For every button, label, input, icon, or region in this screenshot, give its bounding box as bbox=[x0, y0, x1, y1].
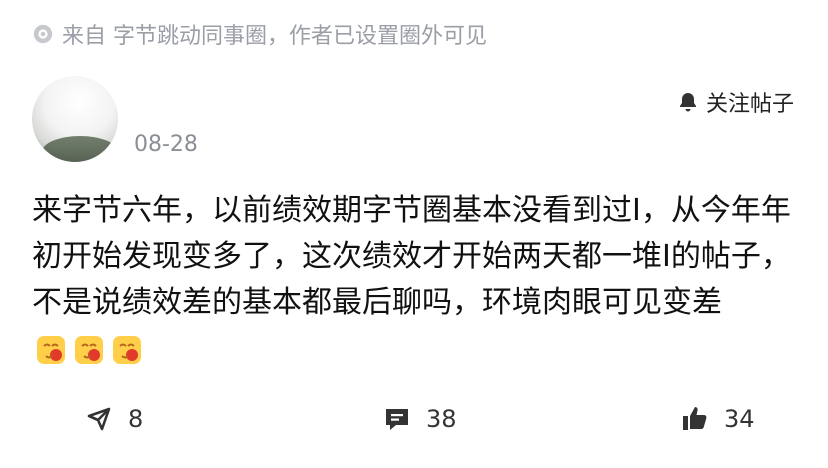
crying-face-emoji bbox=[37, 335, 65, 364]
comment-icon bbox=[386, 409, 408, 430]
author-name[interactable] bbox=[134, 86, 142, 111]
like-button[interactable]: 34 bbox=[680, 404, 755, 434]
follow-post-button[interactable]: 关注帖子 bbox=[676, 86, 794, 118]
share-count: 8 bbox=[128, 405, 144, 433]
emoji-row bbox=[36, 335, 142, 365]
comment-button[interactable]: 38 bbox=[382, 404, 457, 434]
post-content: 来字节六年，以前绩效期字节圈基本没看到过I，从今年年初开始发现变多了，这次绩效才… bbox=[32, 188, 802, 372]
thumbs-up-icon bbox=[683, 407, 707, 430]
post-date: 08-28 bbox=[134, 132, 198, 157]
action-bar: 8 38 34 bbox=[0, 404, 828, 448]
source-bar: 来自 字节跳动同事圈，作者已设置圈外可见 bbox=[32, 18, 487, 50]
comment-count: 38 bbox=[426, 405, 457, 433]
post-text: 来字节六年，以前绩效期字节圈基本没看到过I，从今年年初开始发现变多了，这次绩效才… bbox=[32, 193, 791, 320]
bell-icon bbox=[679, 93, 696, 112]
avatar[interactable] bbox=[32, 76, 118, 162]
crying-face-emoji bbox=[113, 335, 141, 364]
share-button[interactable]: 8 bbox=[84, 404, 143, 434]
follow-post-label: 关注帖子 bbox=[705, 92, 794, 117]
broadcast-icon bbox=[33, 24, 53, 44]
source-text: 来自 字节跳动同事圈，作者已设置圈外可见 bbox=[62, 24, 487, 49]
like-count: 34 bbox=[724, 405, 755, 433]
crying-face-emoji bbox=[75, 335, 103, 364]
share-icon bbox=[87, 407, 111, 431]
